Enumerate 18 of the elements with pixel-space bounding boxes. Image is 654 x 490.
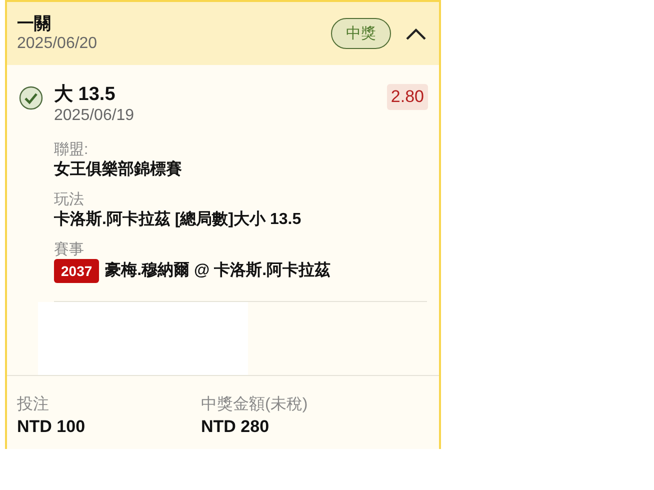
card-title: 一關 — [17, 14, 52, 34]
card-date: 2025/06/20 — [17, 34, 98, 54]
selection-date: 2025/06/19 — [54, 106, 136, 126]
amount-value: NTD 100 — [17, 416, 86, 438]
detail-value: 卡洛斯.阿卡拉茲 [總局數]大小 13.5 — [54, 210, 302, 230]
detail-value: 女王俱樂部錦標賽 — [54, 159, 182, 180]
amount-label: 中獎金額(未稅) — [201, 394, 309, 415]
detail-label: 玩法 — [54, 190, 85, 209]
odds-badge: 2.80 — [386, 84, 428, 110]
detail-value: 豪梅.穆納爾 @ 卡洛斯.阿卡拉茲 — [105, 260, 331, 281]
event-number-badge: 2037 — [54, 259, 100, 283]
selection-pick: 大 13.5 — [54, 84, 116, 106]
amount-value: NTD 280 — [201, 416, 270, 438]
detail-label: 聯盟: — [54, 140, 90, 159]
detail-label: 賽事 — [54, 240, 85, 259]
amount-label: 投注 — [17, 394, 50, 415]
chevron-up-icon[interactable] — [405, 26, 427, 40]
status-badge: 中獎 — [331, 18, 391, 49]
